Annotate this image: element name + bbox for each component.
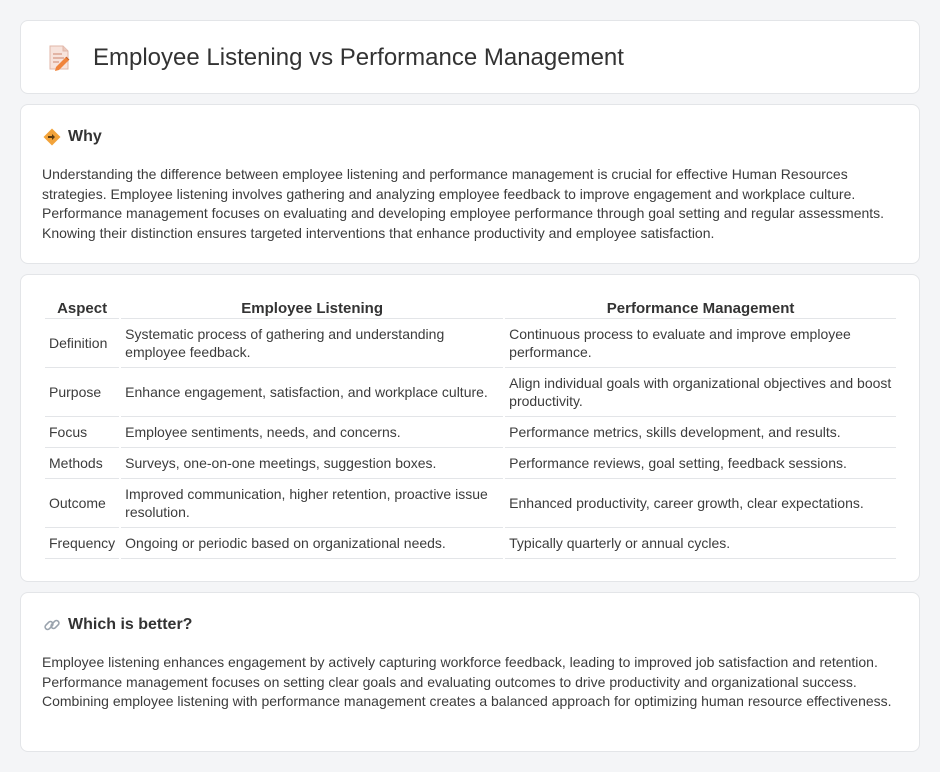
cell-employee-listening: Ongoing or periodic based on organizatio…: [121, 528, 504, 559]
link-icon: [44, 619, 60, 631]
why-title: Why: [68, 128, 102, 145]
cell-performance-management: Typically quarterly or annual cycles.: [505, 528, 896, 559]
comparison-table: Aspect Employee Listening Performance Ma…: [43, 295, 898, 559]
cell-aspect: Focus: [45, 417, 120, 448]
table-header-row: Aspect Employee Listening Performance Ma…: [45, 295, 896, 319]
cell-performance-management: Continuous process to evaluate and impro…: [505, 319, 896, 368]
column-header-aspect: Aspect: [45, 295, 120, 319]
table-row: Purpose Enhance engagement, satisfaction…: [45, 368, 896, 417]
table-row: Frequency Ongoing or periodic based on o…: [45, 528, 896, 559]
table-row: Methods Surveys, one-on-one meetings, su…: [45, 448, 896, 479]
diamond-signpost-icon: [43, 128, 61, 146]
which-is-better-title: Which is better?: [68, 616, 193, 633]
page-title: Employee Listening vs Performance Manage…: [93, 44, 624, 71]
table-row: Focus Employee sentiments, needs, and co…: [45, 417, 896, 448]
column-header-employee-listening: Employee Listening: [121, 295, 504, 319]
cell-performance-management: Enhanced productivity, career growth, cl…: [505, 479, 896, 528]
cell-performance-management: Performance metrics, skills development,…: [505, 417, 896, 448]
column-header-performance-management: Performance Management: [505, 295, 896, 319]
why-body: Understanding the difference between emp…: [42, 166, 885, 241]
document-pencil-icon: [49, 45, 70, 71]
cell-employee-listening: Improved communication, higher retention…: [121, 479, 504, 528]
comparison-section: Aspect Employee Listening Performance Ma…: [20, 274, 920, 582]
cell-employee-listening: Systematic process of gathering and unde…: [121, 319, 504, 368]
which-is-better-body: Employee listening enhances engagement b…: [42, 654, 892, 709]
which-is-better-section: Which is better? Employee listening enha…: [20, 592, 920, 752]
cell-performance-management: Performance reviews, goal setting, feedb…: [505, 448, 896, 479]
cell-employee-listening: Enhance engagement, satisfaction, and wo…: [121, 368, 504, 417]
cell-aspect: Definition: [45, 319, 120, 368]
header-card: Employee Listening vs Performance Manage…: [20, 20, 920, 94]
cell-employee-listening: Employee sentiments, needs, and concerns…: [121, 417, 504, 448]
cell-aspect: Frequency: [45, 528, 120, 559]
cell-aspect: Outcome: [45, 479, 120, 528]
table-row: Definition Systematic process of gatheri…: [45, 319, 896, 368]
cell-employee-listening: Surveys, one-on-one meetings, suggestion…: [121, 448, 504, 479]
cell-aspect: Methods: [45, 448, 120, 479]
cell-aspect: Purpose: [45, 368, 120, 417]
why-section: Why Understanding the difference between…: [20, 104, 920, 264]
table-row: Outcome Improved communication, higher r…: [45, 479, 896, 528]
cell-performance-management: Align individual goals with organization…: [505, 368, 896, 417]
